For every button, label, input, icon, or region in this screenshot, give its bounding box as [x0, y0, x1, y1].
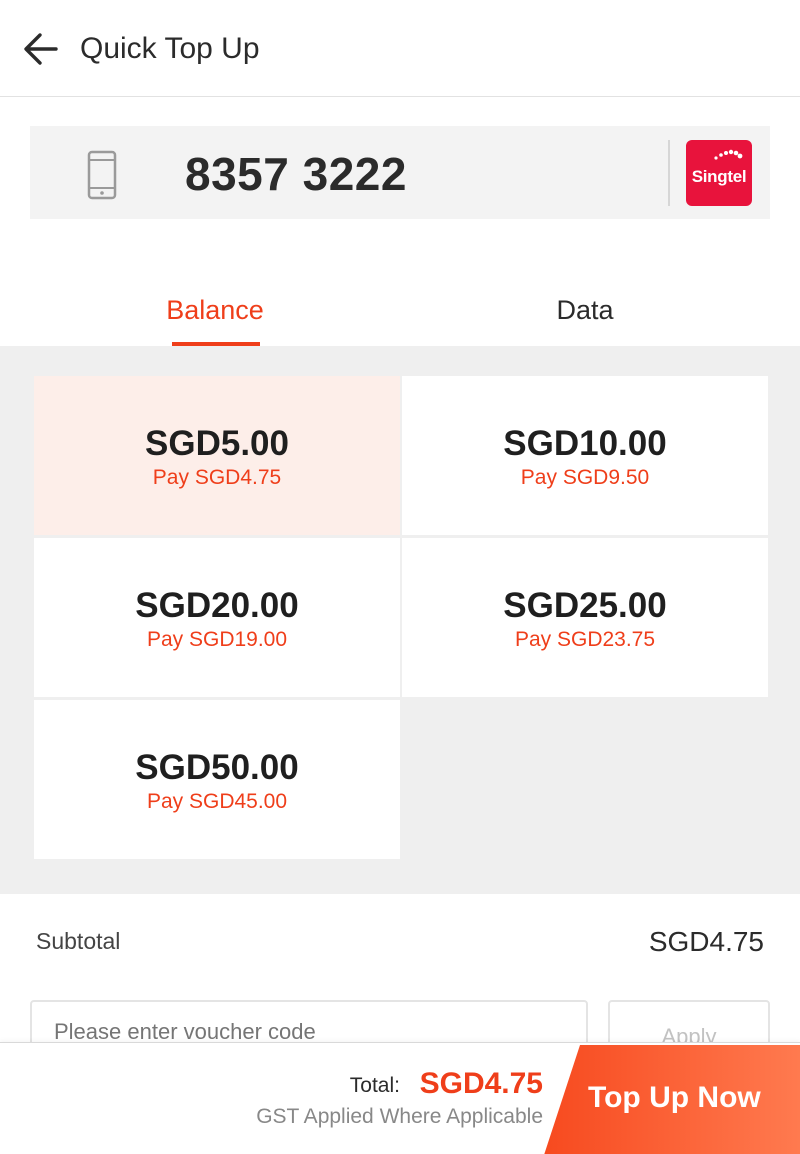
denomination-pay-price: Pay SGD23.75 [514, 628, 656, 651]
denomination-amount: SGD10.00 [503, 424, 667, 463]
denomination-card-20[interactable]: SGD20.00 Pay SGD19.00 [34, 538, 400, 697]
top-up-now-button[interactable]: Top Up Now [544, 1045, 800, 1154]
page-title: Quick Top Up [80, 32, 260, 65]
operator-logo: Singtel [686, 140, 752, 206]
tab-data[interactable]: Data [400, 270, 770, 346]
denomination-amount: SGD25.00 [503, 586, 667, 625]
denomination-amount: SGD5.00 [145, 424, 289, 463]
denomination-card-25[interactable]: SGD25.00 Pay SGD23.75 [402, 538, 768, 697]
top-up-tabs: Balance Data [0, 270, 800, 346]
denomination-grid: SGD5.00 Pay SGD4.75 SGD10.00 Pay SGD9.50… [0, 346, 800, 894]
denomination-amount: SGD20.00 [135, 586, 299, 625]
total-value: SGD4.75 [419, 1067, 543, 1100]
checkout-footer: Total: SGD4.75 GST Applied Where Applica… [0, 1042, 800, 1154]
subtotal-value: SGD4.75 [648, 926, 764, 957]
mobile-phone-icon [87, 150, 117, 200]
logo-dots [714, 149, 743, 160]
arrow-left-icon [24, 33, 58, 65]
denomination-pay-price: Pay SGD45.00 [146, 790, 288, 813]
phone-number-row[interactable]: 8357 3222 Singtel [30, 126, 770, 219]
denomination-card-50[interactable]: SGD50.00 Pay SGD45.00 [34, 700, 400, 859]
vertical-divider [668, 140, 670, 206]
denomination-pay-price: Pay SGD4.75 [152, 466, 282, 489]
denomination-card-5[interactable]: SGD5.00 Pay SGD4.75 [34, 376, 400, 535]
subtotal-label: Subtotal [36, 928, 121, 954]
denomination-pay-price: Pay SGD19.00 [146, 628, 288, 651]
tab-balance[interactable]: Balance [30, 270, 400, 346]
top-up-button-label: Top Up Now [588, 1081, 761, 1114]
total-label: Total: [349, 1074, 400, 1097]
back-button[interactable] [20, 28, 62, 70]
app-header: Quick Top Up [0, 0, 800, 97]
gst-note: GST Applied Where Applicable [256, 1105, 543, 1128]
denomination-amount: SGD50.00 [135, 748, 299, 787]
operator-logo-text: Singtel [691, 167, 747, 186]
denomination-card-10[interactable]: SGD10.00 Pay SGD9.50 [402, 376, 768, 535]
phone-number: 8357 3222 [185, 148, 407, 200]
denomination-pay-price: Pay SGD9.50 [520, 466, 650, 489]
